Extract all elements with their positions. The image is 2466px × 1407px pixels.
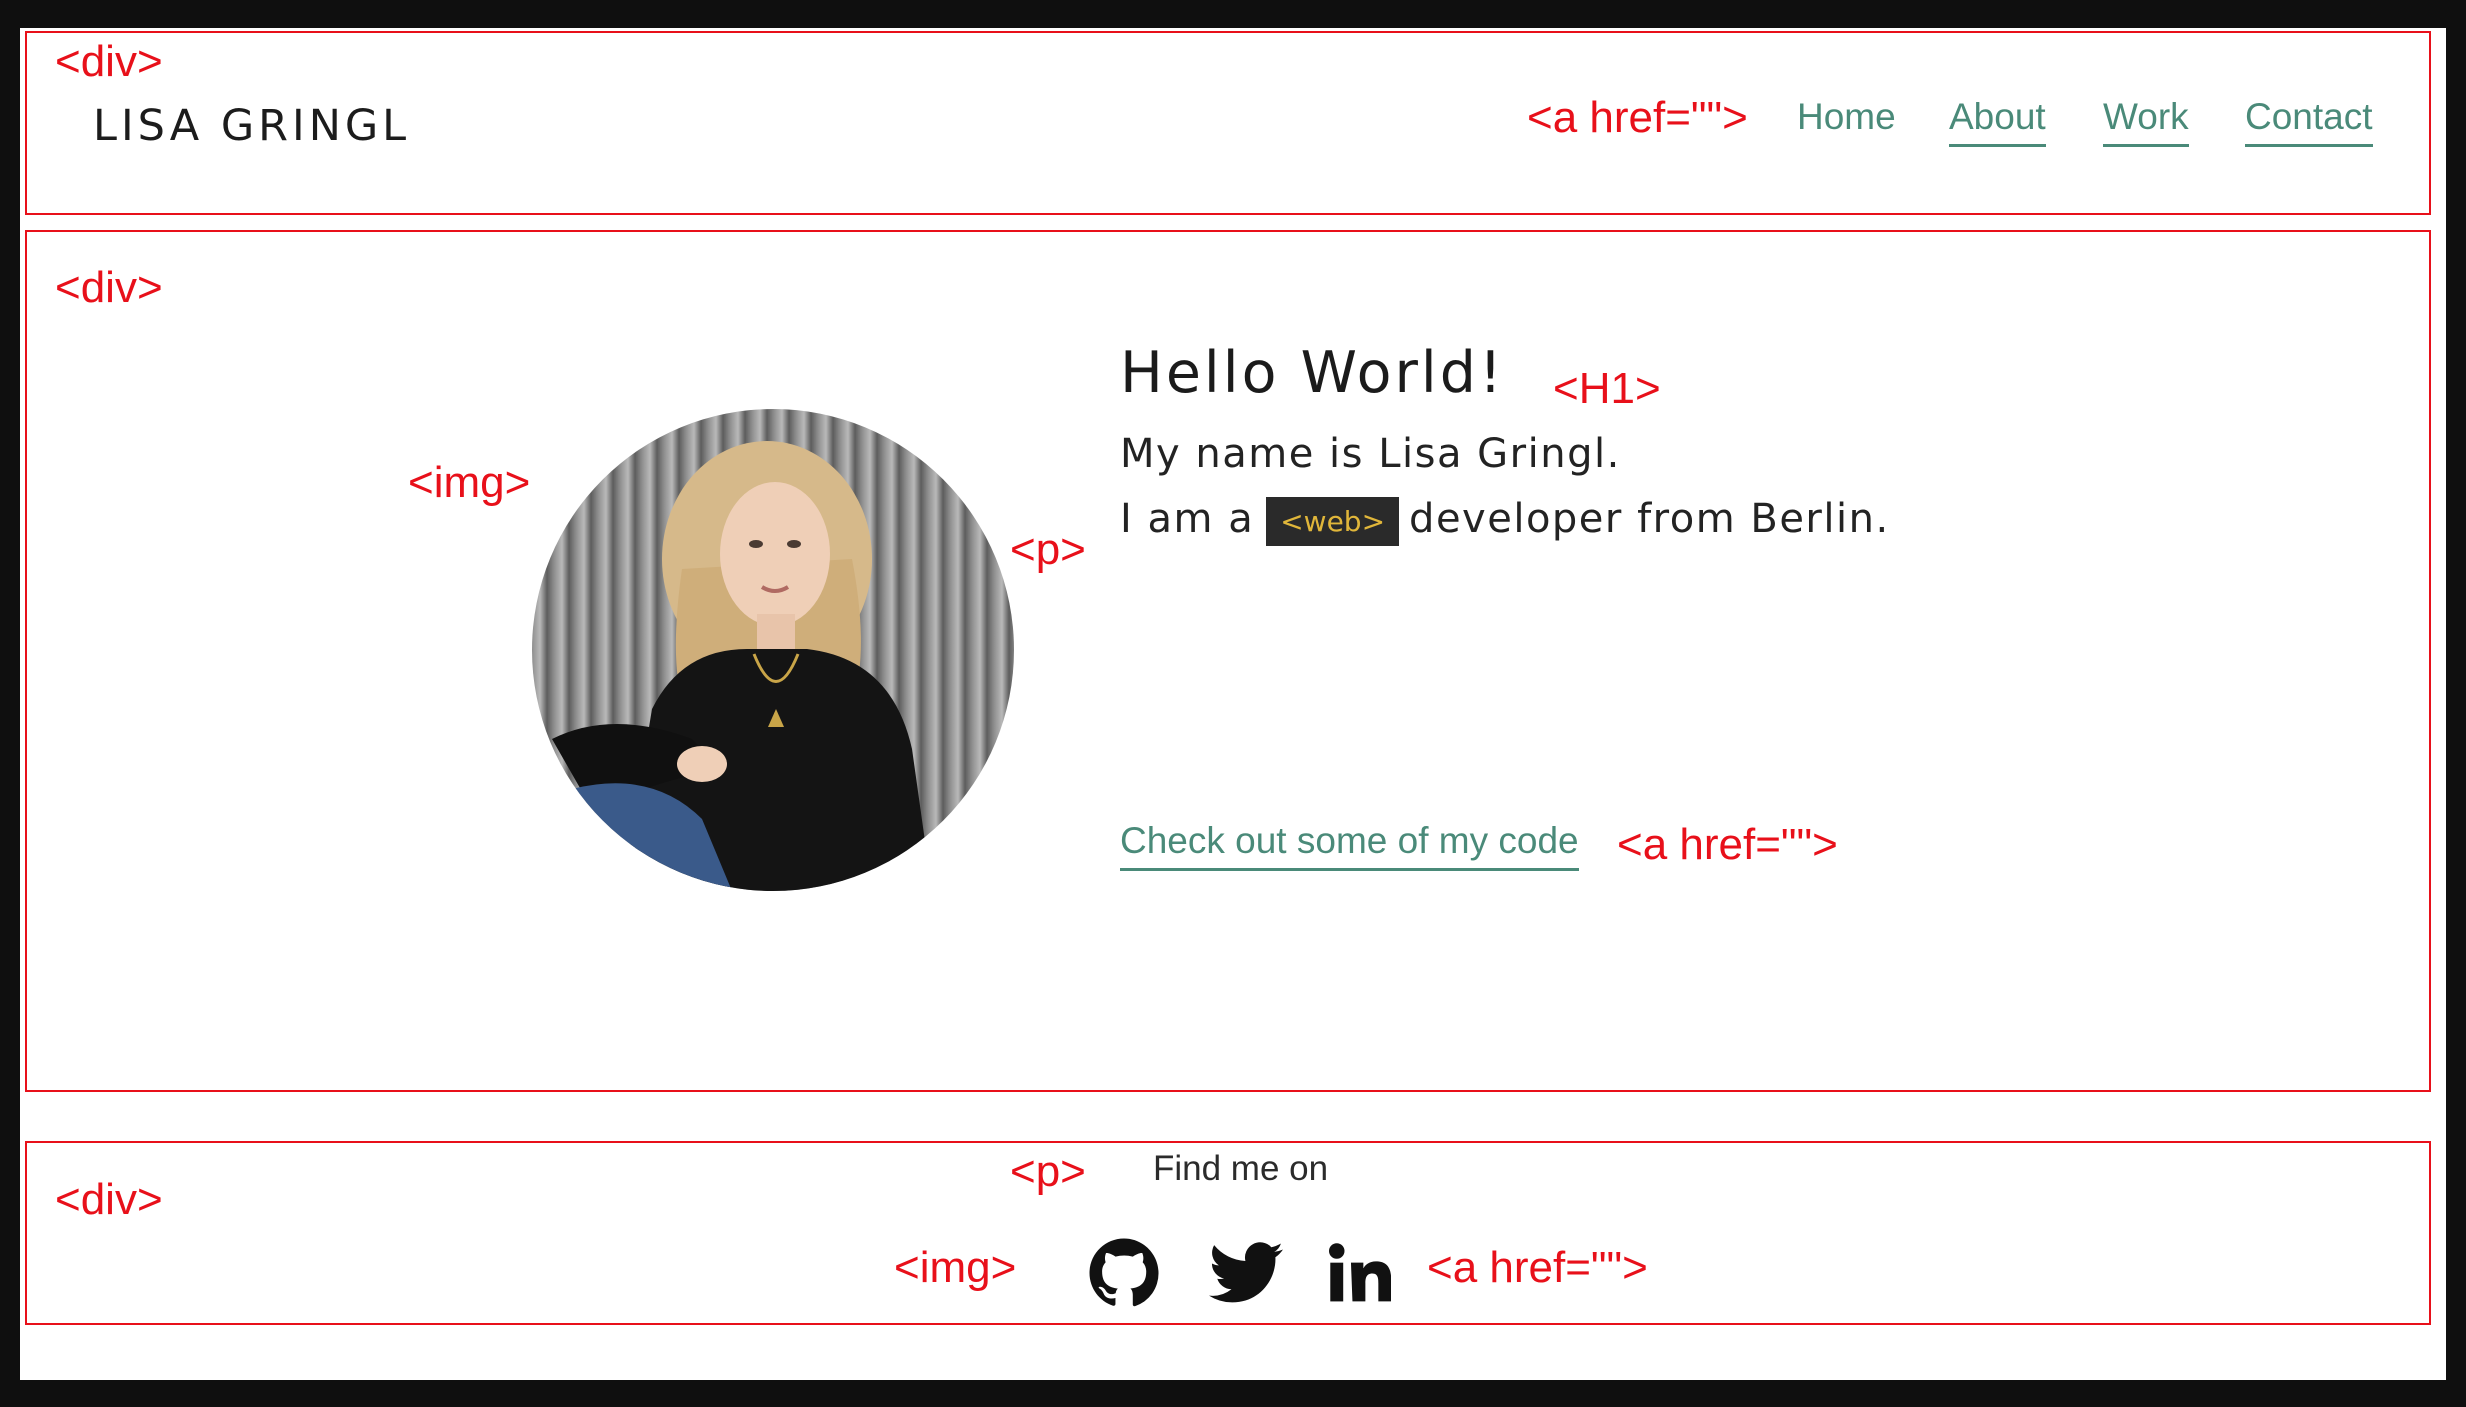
twitter-icon[interactable] [1206, 1233, 1286, 1313]
nav-link-about[interactable]: About [1949, 96, 2046, 147]
annotation-h1: <H1> [1553, 364, 1661, 413]
nav-link-work[interactable]: Work [2103, 96, 2189, 147]
page-canvas: <div> LISA GRINGL <a href=""> Home About… [20, 28, 2446, 1380]
hero-heading: Hello World! [1120, 340, 1505, 406]
annotation-anchor-nav: <a href=""> [1527, 93, 1748, 142]
profile-photo [532, 409, 1014, 891]
annotation-div-hero: <div> [55, 263, 163, 312]
hero-intro-line: My name is Lisa Gringl. [1120, 431, 1621, 477]
site-logo[interactable]: LISA GRINGL [93, 101, 410, 151]
hero-role-suffix: developer from Berlin. [1409, 496, 1890, 542]
twitter-icon-graphic [1209, 1242, 1283, 1303]
hero-role-line: I am a <web> developer from Berlin. [1120, 496, 1890, 546]
code-badge: <web> [1266, 496, 1400, 546]
profile-photo-illustration [552, 441, 932, 891]
nav-link-contact[interactable]: Contact [2245, 96, 2373, 147]
annotation-p-hero: <p> [1010, 525, 1086, 574]
linkedin-icon-graphic [1329, 1243, 1391, 1302]
annotation-div-header: <div> [55, 37, 163, 86]
cta-link-code[interactable]: Check out some of my code [1120, 820, 1579, 871]
annotation-img-avatar: <img> [408, 458, 531, 507]
annotation-anchor-cta: <a href=""> [1617, 820, 1838, 869]
linkedin-icon[interactable] [1320, 1233, 1400, 1313]
github-icon-graphic [1089, 1238, 1159, 1307]
annotation-p-footer: <p> [1010, 1147, 1086, 1196]
annotation-anchor-socials: <a href=""> [1427, 1243, 1648, 1292]
github-icon[interactable] [1084, 1233, 1164, 1313]
hero-role-prefix: I am a [1120, 496, 1255, 542]
annotation-img-socials: <img> [894, 1243, 1017, 1292]
nav-link-home[interactable]: Home [1797, 96, 1896, 144]
annotation-div-footer: <div> [55, 1175, 163, 1224]
find-me-text: Find me on [1153, 1149, 1329, 1188]
